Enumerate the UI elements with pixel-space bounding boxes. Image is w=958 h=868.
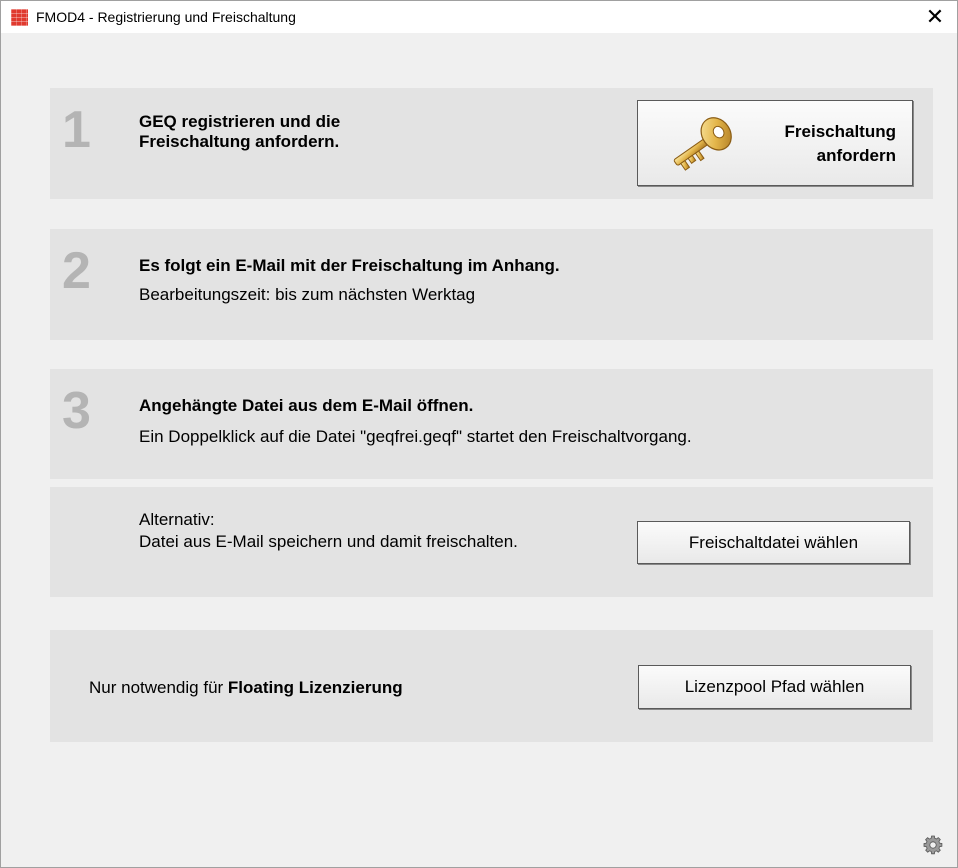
step3-text: Ein Doppelklick auf die Datei "geqfrei.g…: [139, 427, 692, 446]
step2-text: Bearbeitungszeit: bis zum nächsten Werkt…: [139, 285, 476, 304]
request-activation-label-line1: Freischaltung: [784, 122, 896, 141]
app-icon: [11, 9, 28, 26]
step1-text-line2: Freischaltung anfordern.: [139, 132, 340, 151]
request-activation-button[interactable]: Freischaltung anfordern: [637, 100, 913, 186]
request-activation-label-line2: anfordern: [816, 146, 896, 165]
floating-license-text: Nur notwendig für Floating Lizenzierung: [89, 678, 403, 698]
step1-number: 1: [62, 101, 91, 159]
close-button[interactable]: ✕: [913, 1, 957, 33]
step2-number: 2: [62, 242, 91, 300]
step2-panel: 2 Es folgt ein E-Mail mit der Freischalt…: [50, 229, 933, 340]
step3-panel: 3 Angehängte Datei aus dem E-Mail öffnen…: [50, 369, 933, 479]
choose-activation-file-button[interactable]: Freischaltdatei wählen: [637, 521, 910, 564]
floating-license-bold: Floating Lizenzierung: [227, 678, 403, 697]
key-icon: [673, 117, 732, 171]
registration-window: FMOD4 - Registrierung und Freischaltung …: [0, 0, 958, 868]
step1-text-line1: GEQ registrieren und die: [139, 112, 341, 131]
alternative-text: Datei aus E-Mail speichern und damit fre…: [139, 532, 518, 551]
floating-license-prefix: Nur notwendig für: [89, 678, 228, 697]
step2-heading: Es folgt ein E-Mail mit der Freischaltun…: [139, 256, 560, 275]
request-activation-label: Freischaltung anfordern: [785, 120, 896, 168]
floating-license-panel: Nur notwendig für Floating Lizenzierung …: [50, 630, 933, 742]
window-title: FMOD4 - Registrierung und Freischaltung: [36, 9, 296, 25]
gear-icon[interactable]: [923, 835, 943, 855]
step1-panel: 1 GEQ registrieren und die Freischaltung…: [50, 88, 933, 199]
step3-heading: Angehängte Datei aus dem E-Mail öffnen.: [139, 396, 474, 415]
alternative-label: Alternativ:: [139, 510, 215, 529]
step3-number: 3: [62, 382, 91, 440]
title-bar: FMOD4 - Registrierung und Freischaltung …: [1, 1, 957, 33]
choose-license-pool-path-button[interactable]: Lizenzpool Pfad wählen: [638, 665, 911, 709]
alternative-panel: Alternativ: Datei aus E-Mail speichern u…: [50, 487, 933, 597]
